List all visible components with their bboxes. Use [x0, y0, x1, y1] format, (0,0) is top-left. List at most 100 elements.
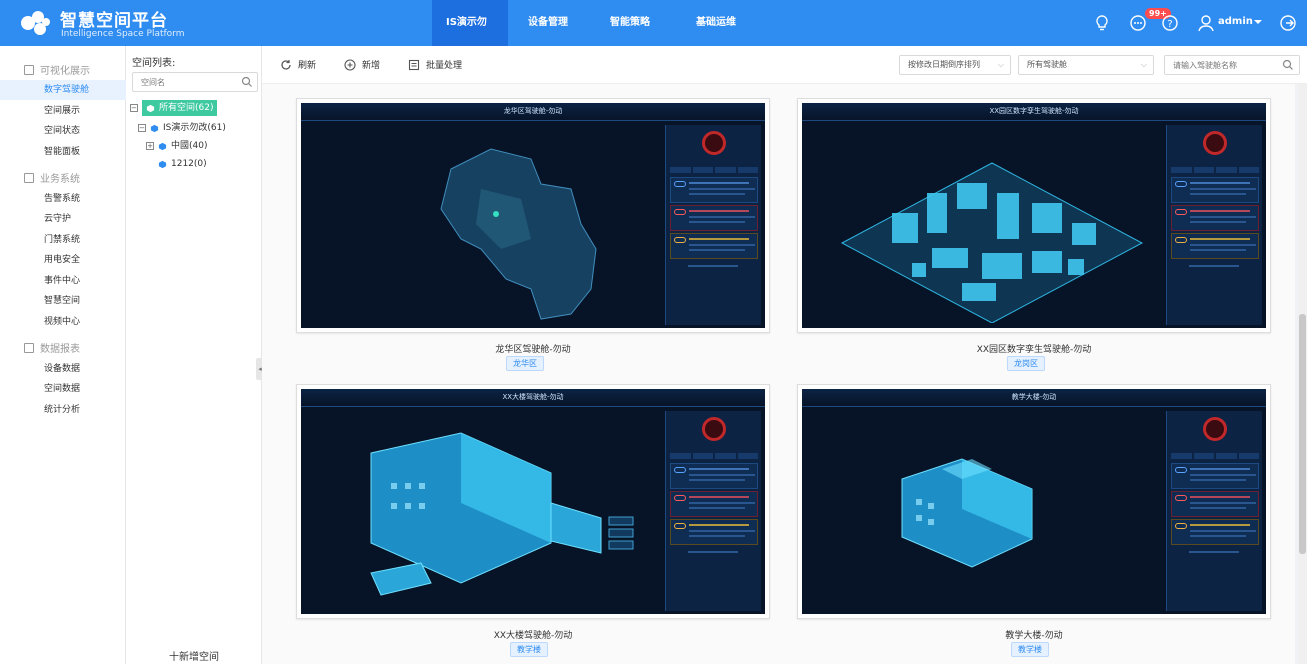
event-item [670, 463, 758, 489]
bulb-icon[interactable] [1092, 13, 1112, 33]
batch-button[interactable]: 批量处理 [408, 58, 462, 71]
scrollbar-thumb[interactable] [1299, 314, 1306, 554]
event-item [670, 177, 758, 203]
help-icon[interactable]: ? [1160, 13, 1180, 33]
sidebar-group-business[interactable]: 业务系统 [24, 170, 80, 185]
logout-icon[interactable] [1278, 13, 1298, 33]
chevron-down-icon: ⌵ [997, 60, 1004, 69]
cockpit-select-value: 所有驾驶舱 [1027, 60, 1067, 69]
app-title: 智慧空间平台 [60, 11, 168, 31]
building-3d-graphic [370, 432, 634, 596]
sidebar-item-alarm-system[interactable]: 告警系统 [0, 189, 126, 209]
add-label: 新增 [362, 61, 381, 71]
cockpit-thumbnail[interactable]: 龙华区驾驶舱-勿动 [296, 98, 770, 333]
tree-node-all-spaces[interactable]: − 所有空间(62) [130, 100, 218, 116]
cube-icon [158, 142, 167, 150]
card-tag: 龙岗区 [1007, 356, 1045, 371]
add-space-button[interactable]: 十新增空间 [126, 648, 262, 663]
expand-toggle-icon[interactable]: + [146, 142, 154, 150]
batch-label: 批量处理 [426, 61, 463, 71]
cockpit-thumbnail[interactable]: XX大楼驾驶舱-勿动 [296, 384, 770, 619]
tab-device-management[interactable]: 设备管理 [514, 0, 596, 46]
tree-node-label: IS演示勿改(61) [163, 123, 226, 133]
refresh-button[interactable]: 刷新 [280, 58, 316, 71]
sidebar-item-space-status[interactable]: 空间状态 [0, 121, 126, 141]
event-item [670, 519, 758, 545]
sidebar-item-electric-safety[interactable]: 用电安全 [0, 250, 126, 270]
sort-select[interactable]: 按修改日期倒序排列 ⌵ [899, 55, 1011, 75]
search-icon[interactable] [1282, 59, 1294, 71]
collapse-toggle-icon[interactable]: − [138, 124, 146, 132]
chevron-down-icon: ⌵ [1140, 60, 1147, 69]
alarm-panel [665, 411, 761, 611]
user-name[interactable]: admin [1218, 16, 1253, 27]
tree-search-box [132, 72, 258, 92]
cockpit-thumbnail[interactable]: XX园区数字孪生驾驶舱-勿动 [797, 98, 1271, 333]
cockpit-search-input[interactable] [1165, 56, 1275, 74]
cockpit-select[interactable]: 所有驾驶舱 ⌵ [1018, 55, 1154, 75]
sidebar-group-reports[interactable]: 数据报表 [24, 340, 80, 355]
sidebar-item-device-data[interactable]: 设备数据 [0, 359, 126, 379]
tree-search-input[interactable] [133, 73, 233, 91]
sidebar-group-visual[interactable]: 可视化展示 [24, 62, 90, 77]
panel-footer [688, 265, 738, 267]
tree-title: 空间列表: [132, 58, 176, 69]
cockpit-preview: 龙华区驾驶舱-勿动 [301, 103, 765, 328]
tree-node-1212[interactable]: 1212(0) [158, 156, 207, 172]
card-title: 龙华区驾驶舱-勿动 [495, 345, 571, 355]
event-item [1171, 233, 1259, 259]
district-map-graphic [440, 148, 597, 320]
tab-basic-ops[interactable]: 基础运维 [682, 0, 762, 46]
top-nav: IS演示勿改 设备管理 智能策略 基础运维 [432, 0, 762, 74]
tree-node-label: 中國(40) [171, 141, 208, 151]
sidebar-item-event-center[interactable]: 事件中心 [0, 271, 126, 291]
tab-is-demo[interactable]: IS演示勿改 [432, 0, 508, 74]
cube-icon [158, 160, 167, 168]
tree-node-is-demo[interactable]: − IS演示勿改(61) [138, 120, 226, 136]
cockpit-grid: 龙华区驾驶舱-勿动 龙华区驾驶舱-勿动 龙华区 XX园区数字孪生驾驶舱-勿动 X… [262, 84, 1295, 664]
sidebar-item-video-center[interactable]: 视频中心 [0, 312, 126, 332]
alarm-icon [702, 131, 726, 155]
sidebar-item-access-control[interactable]: 门禁系统 [0, 230, 126, 250]
cockpit-thumbnail[interactable]: 教学大楼-勿动 [797, 384, 1271, 619]
content-scrollbar[interactable] [1298, 84, 1307, 664]
search-icon[interactable] [241, 76, 253, 88]
app-subtitle: Intelligence Space Platform [61, 29, 185, 39]
add-button[interactable]: 新增 [344, 58, 380, 71]
card-tag: 龙华区 [506, 356, 544, 371]
sidebar-item-smart-space[interactable]: 智慧空间 [0, 291, 126, 311]
event-item [1171, 491, 1259, 517]
panel-footer [1189, 551, 1239, 553]
event-item [670, 233, 758, 259]
collapse-toggle-icon[interactable]: − [130, 104, 138, 112]
panel-tabs [670, 453, 758, 459]
panel-footer [688, 551, 738, 553]
sidebar-item-space-display[interactable]: 空间展示 [0, 101, 126, 121]
panel-tabs [1171, 453, 1259, 459]
tree-node-label: 所有空间(62) [159, 103, 214, 113]
event-item [670, 205, 758, 231]
alarm-panel [1166, 125, 1262, 325]
chevron-down-icon[interactable] [1252, 16, 1264, 28]
tree-node-selected[interactable]: 所有空间(62) [142, 100, 218, 116]
sidebar: 可视化展示 数字驾驶舱 空间展示 空间状态 智能面板 业务系统 告警系统 云守护… [0, 46, 126, 664]
event-item [670, 491, 758, 517]
chart-icon [24, 342, 34, 353]
card-title: XX园区数字孪生驾驶舱-勿动 [976, 345, 1092, 355]
card-tag: 教学楼 [1011, 642, 1049, 657]
cube-icon [150, 124, 159, 132]
sidebar-item-cloud-guard[interactable]: 云守护 [0, 209, 126, 229]
refresh-label: 刷新 [298, 61, 317, 71]
sidebar-group-label: 可视化展示 [40, 66, 90, 77]
event-item [1171, 463, 1259, 489]
sidebar-group-label: 数据报表 [40, 344, 80, 355]
tree-node-china[interactable]: + 中國(40) [146, 138, 207, 154]
sidebar-item-space-data[interactable]: 空间数据 [0, 379, 126, 399]
sidebar-item-smart-panel[interactable]: 智能面板 [0, 142, 126, 162]
user-icon[interactable] [1196, 13, 1216, 33]
event-item [1171, 177, 1259, 203]
sidebar-item-digital-cockpit[interactable]: 数字驾驶舱 [0, 80, 126, 100]
tab-smart-strategy[interactable]: 智能策略 [596, 0, 682, 46]
toolbar: 刷新 新增 批量处理 按修改日期倒序排列 ⌵ 所有驾驶舱 ⌵ [262, 46, 1307, 84]
sidebar-item-statistics[interactable]: 统计分析 [0, 400, 126, 420]
